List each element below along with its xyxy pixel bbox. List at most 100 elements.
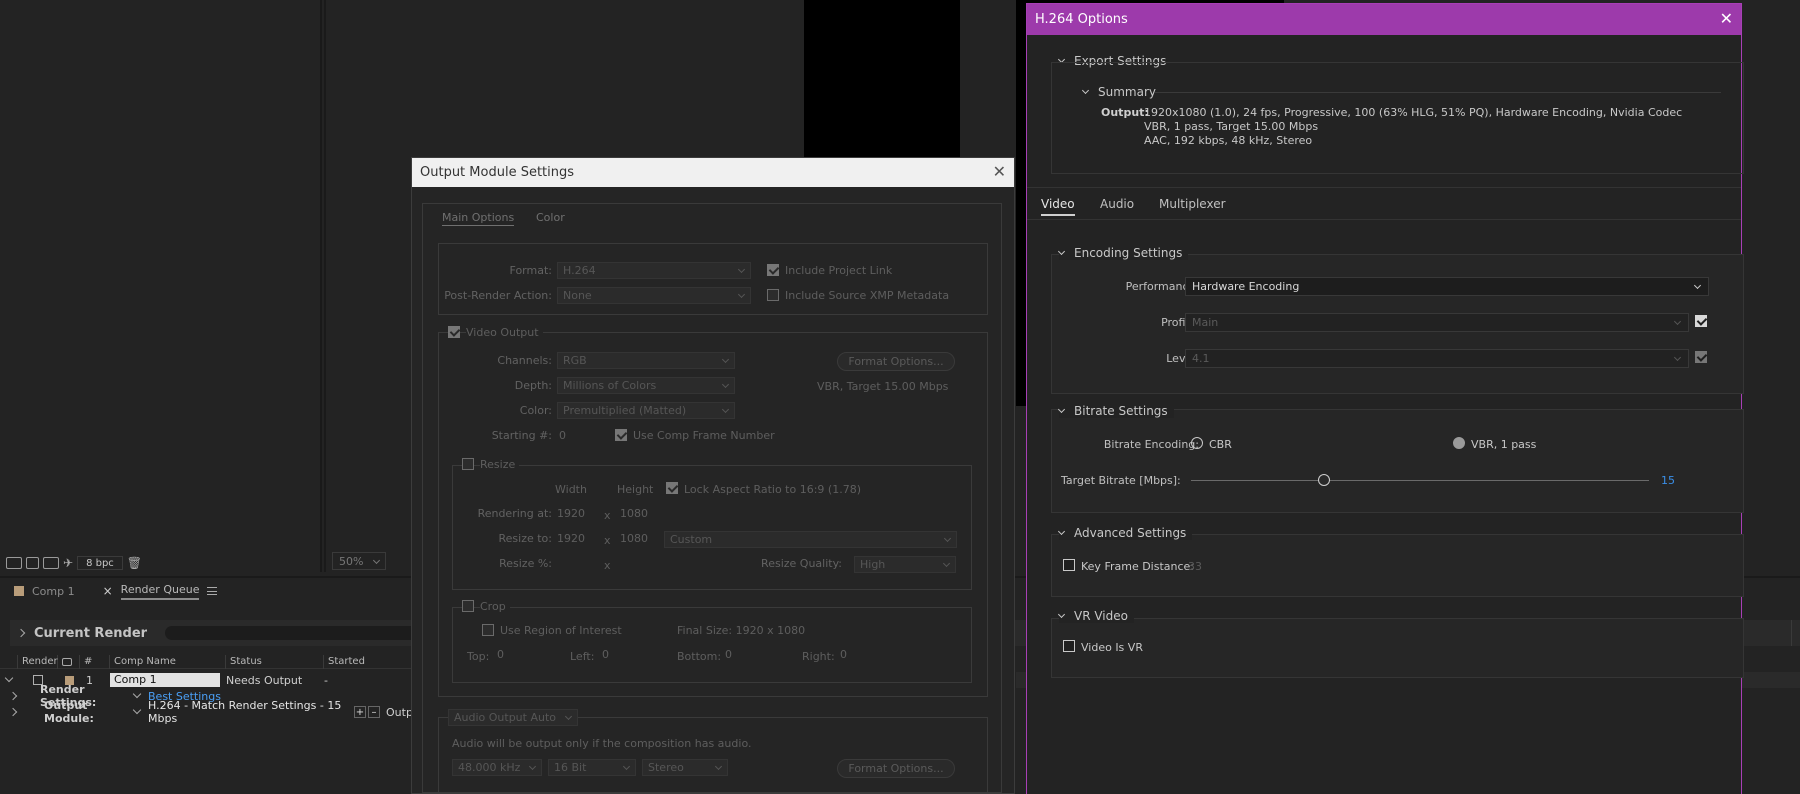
format-dropdown[interactable]: H.264 bbox=[557, 262, 751, 279]
resize-quality-dropdown[interactable]: High bbox=[854, 556, 956, 573]
bpc-button[interactable]: 8 bpc bbox=[77, 556, 123, 570]
col-label[interactable] bbox=[58, 654, 80, 669]
cbr-radio[interactable] bbox=[1191, 437, 1203, 449]
composition-canvas[interactable] bbox=[804, 0, 960, 160]
tab-main-options[interactable]: Main Options bbox=[442, 211, 515, 226]
chevron-right-icon[interactable] bbox=[8, 707, 18, 717]
panel-menu-icon[interactable] bbox=[207, 587, 218, 595]
divider bbox=[1791, 620, 1792, 646]
tab-comp-1[interactable]: Comp 1 bbox=[0, 578, 89, 604]
output-module-settings-dialog: Output Module Settings ✕ Main Options Co… bbox=[411, 157, 1015, 794]
use-comp-frame-checkbox[interactable] bbox=[615, 429, 627, 441]
color-dropdown[interactable]: Premultiplied (Matted) bbox=[557, 402, 735, 419]
vr-video-header[interactable]: VR Video bbox=[1057, 609, 1134, 623]
include-project-link-checkbox[interactable] bbox=[767, 264, 779, 276]
post-render-dropdown[interactable]: None bbox=[557, 287, 751, 304]
tab-label: Comp 1 bbox=[32, 584, 75, 598]
channels-dropdown[interactable]: RGB bbox=[557, 352, 735, 369]
chevron-down-icon[interactable] bbox=[132, 689, 142, 699]
add-output-module-button[interactable]: + bbox=[354, 706, 366, 718]
resize-pct-label: Resize %: bbox=[499, 557, 552, 570]
resize-checbox[interactable] bbox=[462, 458, 474, 470]
expand-cell bbox=[0, 691, 26, 701]
summary-header[interactable]: Summary bbox=[1081, 85, 1156, 99]
trash-icon[interactable]: 🗑 bbox=[127, 556, 142, 570]
close-tab-icon[interactable]: × bbox=[103, 584, 113, 598]
resize-height[interactable]: 1080 bbox=[620, 532, 648, 545]
vr-video-group bbox=[1051, 618, 1744, 678]
chevron-right-icon[interactable] bbox=[8, 691, 18, 701]
target-bitrate-track[interactable] bbox=[1191, 480, 1649, 481]
chevron-down-icon bbox=[1057, 610, 1066, 619]
tab-render-queue[interactable]: × Render Queue bbox=[89, 578, 232, 604]
performance-dropdown[interactable]: Hardware Encoding bbox=[1185, 277, 1709, 296]
new-folder-icon[interactable] bbox=[26, 557, 39, 569]
format-options-button[interactable]: Format Options... bbox=[837, 352, 955, 371]
tab-audio[interactable]: Audio bbox=[1100, 197, 1134, 211]
vbr-1-pass-radio[interactable] bbox=[1453, 437, 1465, 449]
video-output-checkbox[interactable] bbox=[448, 326, 460, 338]
video-is-vr-checkbox[interactable] bbox=[1063, 640, 1075, 652]
audio-channels-dropdown[interactable]: Stereo bbox=[642, 759, 728, 776]
render-icon[interactable]: ✈ bbox=[63, 556, 73, 570]
audio-note: Audio will be output only if the composi… bbox=[452, 737, 752, 750]
audio-format-options-button[interactable]: Format Options... bbox=[837, 759, 955, 778]
tab-video[interactable]: Video bbox=[1041, 197, 1075, 216]
dialog-titlebar: Output Module Settings ✕ bbox=[412, 158, 1014, 187]
current-render-label: Current Render bbox=[34, 625, 148, 641]
section-title: Bitrate Settings bbox=[1074, 404, 1168, 418]
use-roi-checkbox[interactable] bbox=[482, 624, 494, 636]
chevron-right-icon[interactable] bbox=[16, 628, 26, 638]
close-icon[interactable]: ✕ bbox=[1720, 11, 1733, 27]
bitrate-settings-header[interactable]: Bitrate Settings bbox=[1057, 404, 1174, 418]
section-title: Encoding Settings bbox=[1074, 246, 1183, 260]
profile-checkbox[interactable] bbox=[1695, 315, 1707, 327]
new-composition-icon[interactable] bbox=[43, 557, 59, 569]
level-dropdown[interactable]: 4.1 bbox=[1185, 349, 1689, 368]
dialog-body: Main Options Color Format: H.264 Include… bbox=[412, 187, 1014, 793]
col-number[interactable]: # bbox=[80, 654, 110, 669]
project-toolbar: ✈ 8 bpc 🗑 bbox=[0, 554, 322, 572]
col-comp-name[interactable]: Comp Name bbox=[110, 654, 226, 669]
chevron-down-icon[interactable] bbox=[4, 673, 14, 683]
include-xmp-checkbox[interactable] bbox=[767, 289, 779, 301]
key-frame-distance-checkbox[interactable] bbox=[1063, 559, 1075, 571]
close-icon[interactable]: ✕ bbox=[993, 164, 1006, 180]
resize-preset-dropdown[interactable]: Custom bbox=[664, 531, 957, 548]
output-module-link[interactable]: H.264 - Match Render Settings - 15 Mbps bbox=[148, 699, 354, 725]
col-started[interactable]: Started bbox=[324, 655, 414, 669]
key-frame-distance-value[interactable]: 33 bbox=[1188, 560, 1202, 573]
profile-dropdown[interactable]: Main bbox=[1185, 313, 1689, 332]
col-status[interactable]: Status bbox=[226, 654, 324, 669]
resize-width[interactable]: 1920 bbox=[557, 532, 585, 545]
encoding-settings-header[interactable]: Encoding Settings bbox=[1057, 246, 1189, 260]
top-value[interactable]: 0 bbox=[497, 648, 504, 661]
tab-multiplexer[interactable]: Multiplexer bbox=[1159, 197, 1226, 211]
starting-value[interactable]: 0 bbox=[559, 429, 566, 442]
target-bitrate-value[interactable]: 15 bbox=[1661, 474, 1675, 487]
col-render[interactable]: Render bbox=[18, 654, 58, 669]
bit-depth-dropdown[interactable]: 16 Bit bbox=[548, 759, 636, 776]
tag-icon bbox=[62, 657, 72, 666]
lock-aspect-checkbox[interactable] bbox=[666, 482, 678, 494]
audio-output-dropdown[interactable]: Audio Output Auto bbox=[448, 709, 578, 726]
bottom-value[interactable]: 0 bbox=[725, 648, 732, 661]
bitrate-encoding-label: Bitrate Encoding: bbox=[1103, 438, 1199, 451]
divider bbox=[1027, 187, 1741, 188]
advanced-settings-header[interactable]: Advanced Settings bbox=[1057, 526, 1193, 540]
right-value[interactable]: 0 bbox=[840, 648, 847, 661]
item-comp-name[interactable]: Comp 1 bbox=[110, 673, 220, 687]
comp-color-swatch bbox=[14, 586, 24, 596]
depth-dropdown[interactable]: Millions of Colors bbox=[557, 377, 735, 394]
tab-color[interactable]: Color bbox=[536, 211, 565, 224]
output-summary-line: AAC, 192 kbps, 48 kHz, Stereo bbox=[1144, 134, 1313, 147]
left-value[interactable]: 0 bbox=[602, 648, 609, 661]
target-bitrate-slider-handle[interactable] bbox=[1317, 474, 1330, 486]
zoom-dropdown[interactable]: 50% bbox=[332, 552, 387, 570]
sample-rate-dropdown[interactable]: 48.000 kHz bbox=[452, 759, 542, 776]
chevron-down-icon[interactable] bbox=[132, 705, 142, 715]
dialog-titlebar: H.264 Options ✕ bbox=[1027, 4, 1741, 35]
remove-output-module-button[interactable]: – bbox=[368, 706, 380, 718]
crop-checkbox[interactable] bbox=[462, 600, 474, 612]
interpret-footage-icon[interactable] bbox=[6, 557, 22, 569]
